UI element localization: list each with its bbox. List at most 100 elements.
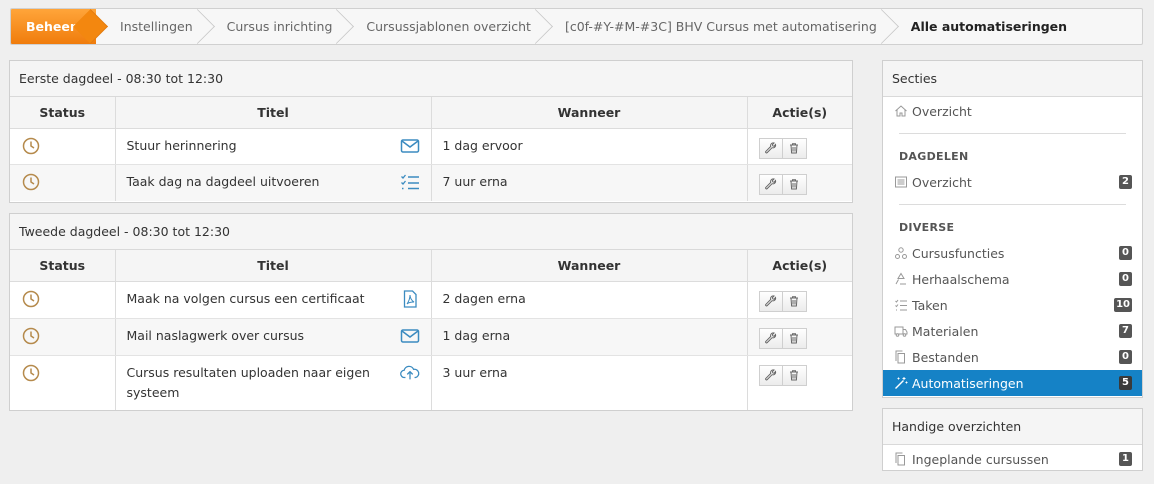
edit-button[interactable] (758, 364, 783, 386)
table-row: Cursus resultaten uploaden naar eigen sy… (10, 355, 852, 410)
clock-icon (22, 364, 40, 381)
edit-button[interactable] (758, 137, 783, 159)
wrench-icon (764, 295, 776, 307)
clock-icon (22, 137, 40, 154)
col-actions: Actie(s) (747, 250, 852, 282)
sidebar-item-cursusfuncties[interactable]: Cursusfuncties 0 (883, 240, 1142, 266)
automation-title: Stuur herinnering (126, 137, 237, 153)
automation-when: 7 uur erna (442, 173, 508, 189)
magic-wand-icon (895, 377, 908, 389)
sidebar-item-taken[interactable]: Taken 10 (883, 292, 1142, 318)
delete-button[interactable] (782, 364, 807, 386)
sidebar-item-label: Ingeplande cursussen (912, 451, 1049, 467)
breadcrumb-cursus-inrichting[interactable]: Cursus inrichting (203, 9, 343, 44)
breadcrumb-cursussjablonen[interactable]: Cursussjablonen overzicht (342, 9, 541, 44)
wrench-icon (764, 142, 776, 154)
session-panel-2: Tweede dagdeel - 08:30 tot 12:30 Status … (9, 213, 853, 411)
automation-title: Mail naslagwerk over cursus (126, 327, 305, 343)
edit-button[interactable] (758, 173, 783, 195)
sidebar-item-label: Taken (912, 297, 948, 313)
sidebar-item-label: Automatiseringen (912, 375, 1024, 391)
trash-icon (790, 143, 798, 154)
files-icon (895, 452, 905, 466)
handy-overviews-panel: Handige overzichten Ingeplande cursussen… (882, 408, 1143, 471)
session-panel-1: Eerste dagdeel - 08:30 tot 12:30 Status … (9, 60, 853, 203)
sidebar-item-ingeplande-cursussen[interactable]: Ingeplande cursussen 1 (883, 446, 1142, 472)
delete-button[interactable] (782, 173, 807, 195)
sidebar-item-bestanden[interactable]: Bestanden 0 (883, 344, 1142, 370)
col-title: Titel (115, 97, 432, 129)
automation-table: Status Titel Wanneer Actie(s) Maak na vo… (10, 250, 852, 410)
count-badge: 10 (1114, 298, 1132, 312)
trash-icon (790, 296, 798, 307)
wrench-icon (764, 332, 776, 344)
trash-icon (790, 179, 798, 190)
col-when: Wanneer (431, 97, 748, 129)
col-status: Status (10, 97, 116, 129)
count-badge: 2 (1119, 175, 1132, 189)
automation-when: 3 uur erna (442, 364, 508, 380)
clock-icon (22, 327, 40, 344)
sidebar-item-label: Herhaalschema (912, 271, 1010, 287)
automation-title: Maak na volgen cursus een certificaat (126, 290, 365, 306)
sidebar-item-materialen[interactable]: Materialen 7 (883, 318, 1142, 344)
table-row: Maak na volgen cursus een certificaat 2 … (10, 281, 852, 319)
automation-table: Status Titel Wanneer Actie(s) Stuur heri… (10, 97, 852, 201)
home-icon (895, 105, 907, 117)
breadcrumb-current: Alle automatiseringen (910, 19, 1068, 34)
count-badge: 1 (1119, 452, 1132, 466)
edit-button[interactable] (758, 290, 783, 312)
files-icon (895, 350, 905, 364)
col-when: Wanneer (431, 250, 748, 282)
trash-icon (790, 370, 798, 381)
mail-icon (400, 328, 419, 343)
delete-button[interactable] (782, 290, 807, 312)
breadcrumb-instellingen[interactable]: Instellingen (96, 9, 203, 44)
cloud-upload-icon (399, 365, 419, 379)
mail-icon (400, 138, 419, 153)
sidebar-item-label: Cursusfuncties (912, 245, 1005, 261)
col-title: Titel (115, 250, 432, 282)
recycle-icon (895, 272, 906, 285)
session-heading: Eerste dagdeel - 08:30 tot 12:30 (10, 61, 852, 97)
sidebar-item-herhaalschema[interactable]: Herhaalschema 0 (883, 266, 1142, 292)
breadcrumb-template[interactable]: [c0f-#Y-#M-#3C] BHV Cursus met automatis… (541, 9, 887, 44)
col-actions: Actie(s) (747, 97, 852, 129)
section-title-dagdelen: DAGDELEN (899, 150, 969, 163)
sections-panel: Secties Overzicht DAGDELEN Overzicht 2 D… (882, 60, 1143, 398)
automation-when: 2 dagen erna (442, 290, 526, 306)
automation-title: Taak dag na dagdeel uitvoeren (126, 173, 320, 189)
breadcrumb: Beheer Instellingen Cursus inrichting Cu… (10, 8, 1143, 45)
sidebar-item-label: Bestanden (912, 349, 979, 365)
sidebar-item-overview[interactable]: Overzicht (883, 98, 1142, 124)
sidebar-item-label: Overzicht (912, 174, 972, 190)
pdf-icon (403, 289, 417, 308)
count-badge: 0 (1119, 272, 1132, 286)
clock-icon (22, 173, 40, 190)
wrench-icon (764, 369, 776, 381)
tasklist-icon (400, 174, 419, 189)
delete-button[interactable] (782, 327, 807, 349)
count-badge: 7 (1119, 324, 1132, 338)
handy-title: Handige overzichten (883, 409, 1142, 445)
breadcrumb-beheer[interactable]: Beheer (11, 9, 97, 44)
table-row: Mail naslagwerk over cursus 1 dag erna (10, 318, 852, 356)
count-badge: 0 (1119, 350, 1132, 364)
delete-button[interactable] (782, 137, 807, 159)
wrench-icon (764, 178, 776, 190)
automation-title: Cursus resultaten uploaden naar eigen sy… (126, 364, 370, 400)
tasklist-icon (895, 299, 907, 311)
col-status: Status (10, 250, 116, 282)
automation-when: 1 dag ervoor (442, 137, 523, 153)
sidebar-item-automatiseringen[interactable]: Automatiseringen 5 (883, 370, 1142, 396)
sidebar-item-label: Materialen (912, 323, 979, 339)
list-icon (895, 176, 907, 188)
automation-when: 1 dag erna (442, 327, 511, 343)
sidebar-item-label: Overzicht (912, 103, 972, 119)
clock-icon (22, 290, 40, 307)
edit-button[interactable] (758, 327, 783, 349)
count-badge: 5 (1119, 376, 1132, 390)
table-row: Stuur herinnering 1 dag ervoor (10, 128, 852, 165)
sidebar-item-dagdelen-overview[interactable]: Overzicht 2 (883, 169, 1142, 195)
section-title-diverse: DIVERSE (899, 221, 955, 234)
